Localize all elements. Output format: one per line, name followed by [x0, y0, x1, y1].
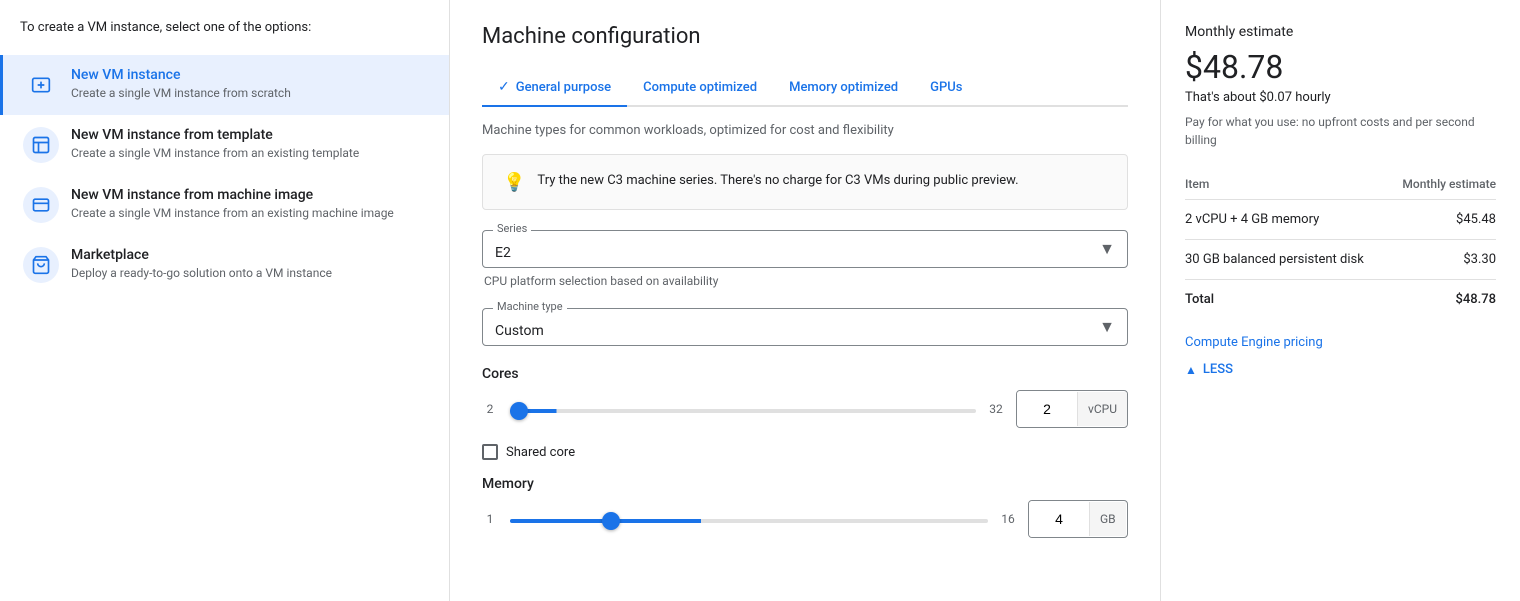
sidebar: To create a VM instance, select one of t… [0, 0, 450, 601]
sidebar-icon-new-vm-template [23, 127, 59, 163]
tab-label-gpus: GPUs [930, 80, 962, 95]
series-arrow-icon: ▼ [1099, 239, 1115, 259]
memory-input-group: GB [1028, 500, 1128, 538]
cores-max: 32 [988, 402, 1004, 416]
page-title: Machine configuration [482, 24, 1128, 49]
sidebar-icon-marketplace [23, 247, 59, 283]
series-select[interactable]: Series E2 ▼ [482, 230, 1128, 268]
shared-core-checkbox[interactable] [482, 444, 498, 460]
cores-unit: vCPU [1077, 392, 1127, 426]
sidebar-item-new-vm[interactable]: New VM instance Create a single VM insta… [0, 55, 449, 115]
table-total-label: Total [1185, 280, 1389, 320]
table-row-estimate-1: $3.30 [1389, 240, 1496, 280]
machine-subtitle: Machine types for common workloads, opti… [482, 123, 1128, 138]
sidebar-item-desc-marketplace: Deploy a ready-to-go solution onto a VM … [71, 265, 429, 282]
cores-slider[interactable] [510, 409, 976, 413]
sidebar-intro: To create a VM instance, select one of t… [0, 20, 449, 55]
table-total-value: $48.78 [1389, 280, 1496, 320]
pricing-link[interactable]: Compute Engine pricing [1185, 335, 1496, 350]
sidebar-item-marketplace[interactable]: Marketplace Deploy a ready-to-go solutio… [0, 235, 449, 295]
shared-core-label[interactable]: Shared core [506, 445, 575, 460]
estimate-price: $48.78 [1185, 48, 1496, 86]
table-row-estimate-0: $45.48 [1389, 200, 1496, 240]
memory-min: 1 [482, 512, 498, 526]
memory-title: Memory [482, 476, 1128, 492]
table-col-estimate: Monthly estimate [1389, 169, 1496, 200]
cores-min: 2 [482, 402, 498, 416]
cores-input[interactable] [1017, 391, 1077, 427]
estimate-hourly: That's about $0.07 hourly [1185, 90, 1496, 105]
tab-label-memory-optimized: Memory optimized [789, 80, 898, 95]
cores-slider-row: 2 32 vCPU [482, 390, 1128, 428]
info-banner: 💡 Try the new C3 machine series. There's… [482, 154, 1128, 210]
sidebar-item-desc-new-vm: Create a single VM instance from scratch [71, 85, 429, 102]
tab-check-icon: ✓ [498, 79, 510, 95]
tab-compute-optimized[interactable]: Compute optimized [627, 69, 773, 107]
less-label: LESS [1203, 362, 1233, 377]
memory-max: 16 [1000, 512, 1016, 526]
cores-input-group: vCPU [1016, 390, 1128, 428]
table-row-item-0: 2 vCPU + 4 GB memory [1185, 200, 1389, 240]
sidebar-item-desc-new-vm-machine-image: Create a single VM instance from an exis… [71, 205, 429, 222]
main-content: Machine configuration ✓ General purpose Co… [450, 0, 1160, 601]
cores-title: Cores [482, 366, 1128, 382]
memory-slider[interactable] [510, 519, 988, 523]
info-banner-text: Try the new C3 machine series. There's n… [537, 171, 1018, 191]
tabs-container: ✓ General purpose Compute optimized Memory … [482, 69, 1128, 107]
cores-section: Cores 2 32 vCPU [482, 366, 1128, 428]
memory-slider-container [510, 511, 988, 527]
less-arrow-icon: ▲ [1185, 363, 1197, 377]
sidebar-item-title-new-vm-machine-image: New VM instance from machine image [71, 187, 429, 203]
table-row: 30 GB balanced persistent disk $3.30 [1185, 240, 1496, 280]
sidebar-item-new-vm-machine-image[interactable]: New VM instance from machine image Creat… [0, 175, 449, 235]
less-button[interactable]: ▲ LESS [1185, 362, 1496, 377]
memory-input[interactable] [1029, 501, 1089, 537]
memory-unit: GB [1089, 502, 1126, 536]
sidebar-item-desc-new-vm-template: Create a single VM instance from an exis… [71, 145, 429, 162]
tab-label-general-purpose: General purpose [516, 80, 611, 95]
sidebar-icon-new-vm-machine-image [23, 187, 59, 223]
series-label: Series [493, 222, 531, 235]
tab-general-purpose[interactable]: ✓ General purpose [482, 69, 627, 107]
sidebar-item-title-new-vm-template: New VM instance from template [71, 127, 429, 143]
sidebar-item-title-marketplace: Marketplace [71, 247, 429, 263]
estimate-title: Monthly estimate [1185, 24, 1496, 40]
estimate-table: Item Monthly estimate 2 vCPU + 4 GB memo… [1185, 169, 1496, 319]
info-icon: 💡 [503, 172, 525, 193]
machine-type-field-group: Machine type Custom ▼ [482, 308, 1128, 346]
memory-slider-row: 1 16 GB [482, 500, 1128, 538]
machine-type-value: Custom [495, 323, 544, 339]
cores-slider-container [510, 401, 976, 417]
shared-core-row: Shared core [482, 444, 1128, 460]
sidebar-item-title-new-vm: New VM instance [71, 67, 429, 83]
tab-memory-optimized[interactable]: Memory optimized [773, 69, 914, 107]
tab-label-compute-optimized: Compute optimized [643, 80, 757, 95]
sidebar-item-new-vm-template[interactable]: New VM instance from template Create a s… [0, 115, 449, 175]
machine-type-label: Machine type [493, 300, 567, 313]
table-row: 2 vCPU + 4 GB memory $45.48 [1185, 200, 1496, 240]
machine-type-arrow-icon: ▼ [1099, 317, 1115, 337]
table-row-item-1: 30 GB balanced persistent disk [1185, 240, 1389, 280]
sidebar-icon-new-vm [23, 67, 59, 103]
memory-section: Memory 1 16 GB [482, 476, 1128, 538]
series-field-group: Series E2 ▼ CPU platform selection based… [482, 230, 1128, 288]
table-col-item: Item [1185, 169, 1389, 200]
cpu-hint: CPU platform selection based on availabi… [482, 274, 1128, 288]
right-panel: Monthly estimate $48.78 That's about $0.… [1160, 0, 1520, 601]
estimate-note: Pay for what you use: no upfront costs a… [1185, 113, 1496, 149]
series-value: E2 [495, 245, 511, 261]
machine-type-select[interactable]: Machine type Custom ▼ [482, 308, 1128, 346]
tab-gpus[interactable]: GPUs [914, 69, 978, 107]
